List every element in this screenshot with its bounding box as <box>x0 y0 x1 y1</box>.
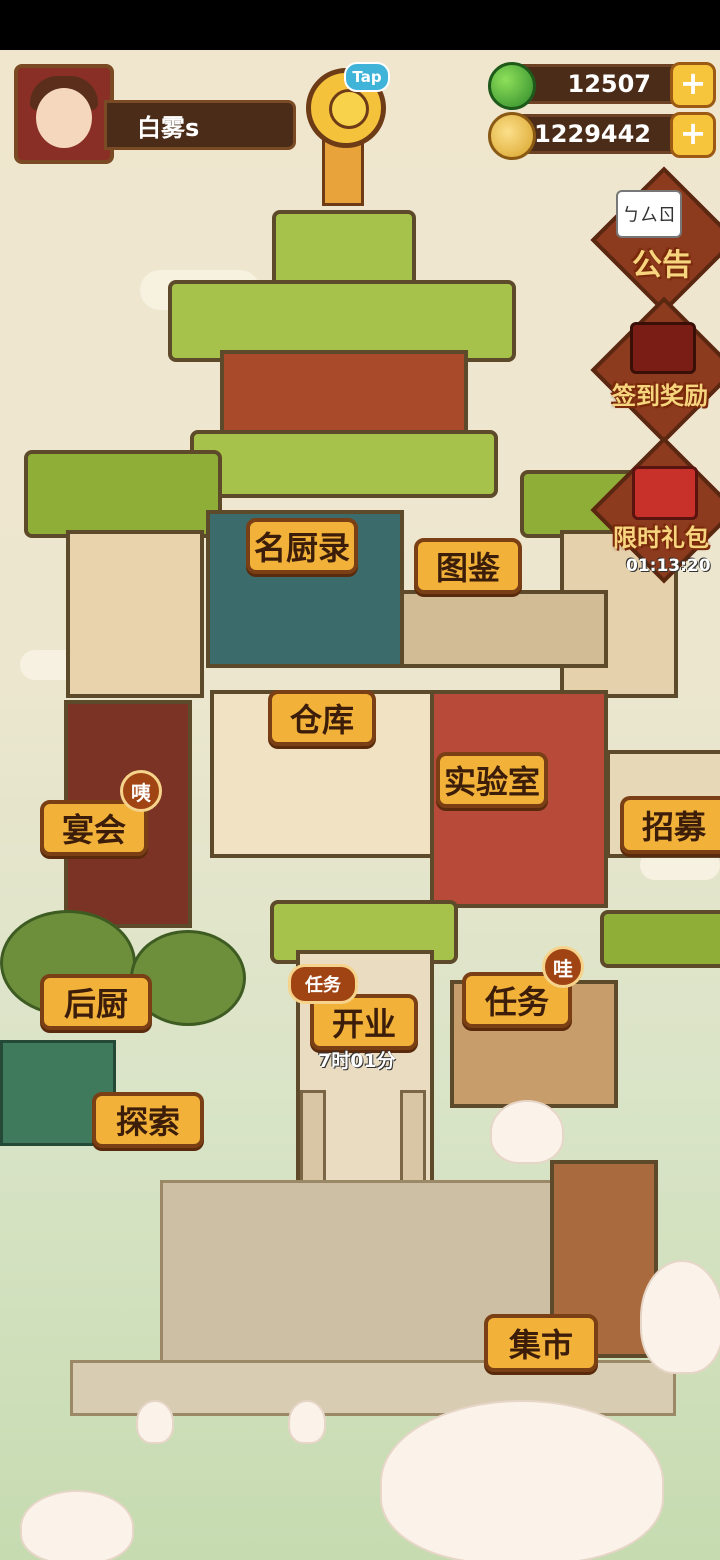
chef-records-button[interactable]: 名厨录 <box>246 518 358 574</box>
tap-bubble: Tap <box>344 62 390 92</box>
encyclopedia-room <box>400 590 608 668</box>
open-task-badge: 任务 <box>288 964 358 1004</box>
lotus-flower <box>288 1400 326 1444</box>
jade-icon <box>488 62 536 110</box>
recruit-button[interactable]: 招募 <box>620 796 720 854</box>
checkin-icon <box>630 322 696 374</box>
checkin-label: 签到奖励 <box>612 382 708 410</box>
back-kitchen-button[interactable]: 后厨 <box>40 974 152 1030</box>
tower-upper-wall <box>220 350 468 438</box>
gift-box-icon <box>632 466 698 520</box>
lotus-flower <box>20 1490 134 1560</box>
tower-second-roof <box>190 430 498 498</box>
lotus-flower <box>380 1400 664 1560</box>
banquet-badge: 咦 <box>120 770 162 812</box>
left-pavilion-roof <box>24 450 222 538</box>
lotus-flower <box>640 1260 720 1374</box>
left-pavilion-room <box>66 530 204 698</box>
status-bar <box>0 0 720 50</box>
lotus-flower <box>136 1400 174 1444</box>
notice-label: 公告 <box>632 248 692 283</box>
add-jade-button[interactable]: + <box>670 62 716 108</box>
chick-icon <box>329 89 369 129</box>
right-lower-roof <box>600 910 720 968</box>
player-name: 白雾s <box>104 100 296 150</box>
coin-icon <box>488 112 536 160</box>
market-button[interactable]: 集市 <box>484 1314 598 1372</box>
explore-button[interactable]: 探索 <box>92 1092 204 1148</box>
lab-button[interactable]: 实验室 <box>436 752 548 808</box>
lotus-flower <box>490 1100 564 1164</box>
avatar-face <box>36 88 92 148</box>
tower-top-roof <box>272 210 416 288</box>
add-coin-button[interactable]: + <box>670 112 716 158</box>
notice-sign: ㄅㄙㄖ <box>616 190 682 238</box>
gift-timer: 01:13:20 <box>626 556 711 576</box>
encyclopedia-button[interactable]: 图鉴 <box>414 538 522 594</box>
player-avatar[interactable] <box>14 64 114 164</box>
gift-label: 限时礼包 <box>613 524 709 552</box>
open-timer: 7时01分 <box>318 1050 396 1072</box>
warehouse-button[interactable]: 仓库 <box>268 690 376 746</box>
tasks-badge: 哇 <box>542 946 584 988</box>
